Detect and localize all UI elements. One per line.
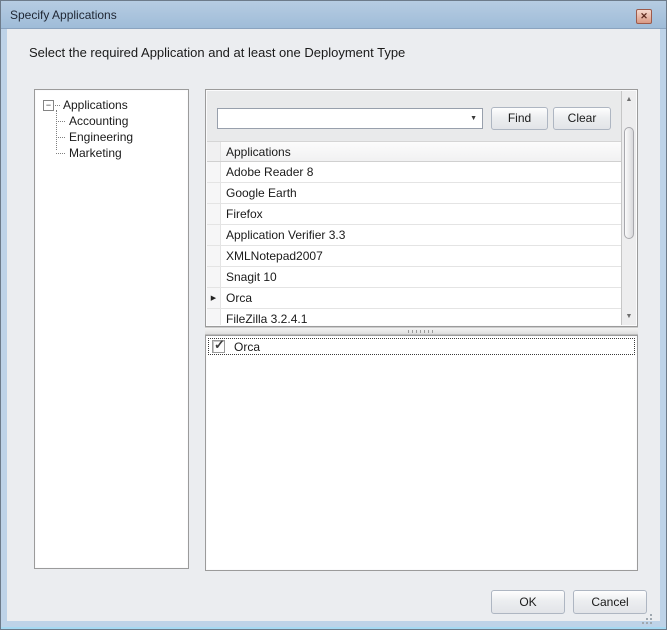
table-row[interactable]: Firefox: [207, 204, 622, 225]
dialog-body: Select the required Application and at l…: [7, 29, 660, 621]
find-button[interactable]: Find: [491, 107, 548, 130]
row-indicator: [207, 225, 221, 245]
clear-button[interactable]: Clear: [553, 107, 611, 130]
splitter-handle[interactable]: [205, 327, 638, 335]
collapse-icon[interactable]: −: [43, 100, 54, 111]
table-row[interactable]: Application Verifier 3.3: [207, 225, 622, 246]
tree-child-label: Marketing: [69, 146, 122, 160]
tree-root-label: Applications: [63, 98, 128, 112]
tree-connector: [56, 137, 65, 138]
tree-children: Accounting Engineering Marketing: [56, 113, 188, 161]
table-cell: Google Earth: [221, 183, 622, 203]
vertical-scrollbar[interactable]: ▲ ▼: [621, 91, 636, 325]
row-indicator-header: [207, 142, 221, 161]
table-row[interactable]: Snagit 10: [207, 267, 622, 288]
table-header-row: Applications: [207, 142, 622, 162]
applications-panel: ▼ Find Clear Applications Adobe Reader 8…: [205, 89, 638, 327]
tree-node-marketing[interactable]: Marketing: [56, 145, 188, 161]
deployment-type-label: Orca: [234, 340, 260, 354]
row-pointer-icon: ▶: [211, 294, 216, 302]
scroll-up-icon[interactable]: ▲: [622, 92, 636, 107]
scrollbar-thumb[interactable]: [624, 127, 634, 239]
column-header-applications: Applications: [221, 142, 622, 161]
deployment-type-panel: ✓ Orca: [205, 335, 638, 571]
table-cell: Adobe Reader 8: [221, 162, 622, 182]
table-cell: Firefox: [221, 204, 622, 224]
table-cell: Orca: [221, 288, 622, 308]
row-indicator: [207, 183, 221, 203]
table-row-selected[interactable]: ▶ Orca: [207, 288, 622, 309]
tree-connector: [55, 105, 60, 106]
deployment-type-item[interactable]: ✓ Orca: [208, 338, 635, 355]
row-indicator: [207, 267, 221, 287]
splitter-grip-icon: [408, 330, 436, 333]
tree-node-accounting[interactable]: Accounting: [56, 113, 188, 129]
search-combobox[interactable]: ▼: [217, 108, 483, 129]
close-icon[interactable]: ✕: [636, 9, 652, 24]
row-indicator: [207, 246, 221, 266]
table-row[interactable]: Google Earth: [207, 183, 622, 204]
table-cell: FileZilla 3.2.4.1: [221, 309, 622, 325]
tree-connector: [56, 121, 65, 122]
tree-node-applications[interactable]: − Applications: [43, 97, 188, 113]
titlebar: Specify Applications ✕: [1, 1, 666, 29]
applications-tree: − Applications Accounting Engineering: [35, 90, 188, 161]
row-indicator: [207, 309, 221, 325]
tree-child-label: Engineering: [69, 130, 133, 144]
window-title: Specify Applications: [10, 8, 117, 22]
tree-connector: [56, 153, 65, 154]
check-icon: ✓: [214, 337, 225, 353]
window-frame-edge: [1, 627, 666, 629]
tree-node-engineering[interactable]: Engineering: [56, 129, 188, 145]
applications-table: Applications Adobe Reader 8 Google Earth…: [207, 141, 622, 325]
resize-grip-icon[interactable]: [650, 614, 652, 616]
row-indicator: [207, 162, 221, 182]
applications-tree-panel: − Applications Accounting Engineering: [34, 89, 189, 569]
table-row[interactable]: XMLNotepad2007: [207, 246, 622, 267]
row-indicator: [207, 204, 221, 224]
cancel-button[interactable]: Cancel: [573, 590, 647, 614]
instruction-text: Select the required Application and at l…: [29, 45, 405, 60]
chevron-down-icon[interactable]: ▼: [470, 115, 477, 122]
specify-applications-dialog: Specify Applications ✕ Select the requir…: [0, 0, 667, 630]
tree-child-label: Accounting: [69, 114, 128, 128]
search-input[interactable]: [220, 110, 460, 127]
table-cell: Snagit 10: [221, 267, 622, 287]
table-row[interactable]: FileZilla 3.2.4.1: [207, 309, 622, 325]
row-indicator: ▶: [207, 288, 221, 308]
checkbox-checked[interactable]: ✓: [212, 340, 225, 353]
table-row[interactable]: Adobe Reader 8: [207, 162, 622, 183]
table-cell: XMLNotepad2007: [221, 246, 622, 266]
ok-button[interactable]: OK: [491, 590, 565, 614]
scroll-down-icon[interactable]: ▼: [622, 309, 636, 324]
table-cell: Application Verifier 3.3: [221, 225, 622, 245]
